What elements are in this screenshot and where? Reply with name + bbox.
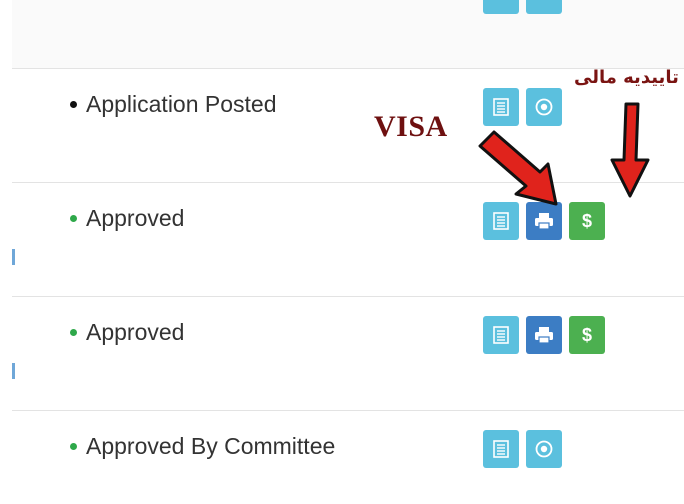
table-row: Approved By Committee [12, 411, 684, 504]
list-icon [493, 98, 509, 116]
row-marker [12, 363, 15, 379]
info-button[interactable] [526, 0, 562, 14]
list-icon [493, 440, 509, 458]
financial-confirmation-annotation: تاییدیه مالی [574, 67, 679, 88]
status-label: Approved [70, 205, 184, 232]
status-label: Approved By Committee [70, 433, 335, 460]
row-actions: $ [483, 316, 605, 354]
table-row [12, 0, 684, 69]
row-actions [483, 0, 562, 14]
payment-button[interactable]: $ [569, 316, 605, 354]
dollar-icon: $ [581, 210, 592, 231]
status-text: Approved By Committee [86, 433, 336, 459]
details-button[interactable] [483, 88, 519, 126]
details-button[interactable] [483, 0, 519, 14]
status-text: Application Posted [86, 91, 277, 117]
list-icon [493, 212, 509, 230]
list-icon [493, 326, 509, 344]
visa-annotation: VISA [374, 110, 448, 143]
print-icon [535, 213, 553, 230]
row-actions [483, 88, 562, 126]
dollar-icon: $ [581, 324, 592, 345]
status-text: Approved [86, 319, 185, 345]
print-icon [535, 327, 553, 344]
row-actions: $ [483, 202, 605, 240]
status-label: Application Posted [70, 91, 277, 118]
status-dot [70, 443, 77, 450]
info-button[interactable] [526, 88, 562, 126]
info-button[interactable] [526, 430, 562, 468]
status-dot [70, 329, 77, 336]
row-actions [483, 430, 562, 468]
print-visa-button[interactable] [526, 202, 562, 240]
status-dot [70, 215, 77, 222]
status-label: Approved [70, 319, 184, 346]
status-text: Approved [86, 205, 185, 231]
details-button[interactable] [483, 202, 519, 240]
arrow-up-circle-icon [535, 98, 553, 116]
details-button[interactable] [483, 316, 519, 354]
table-row: Approved $ [12, 297, 684, 411]
row-marker [12, 249, 15, 265]
status-dot [70, 101, 77, 108]
print-visa-button[interactable] [526, 316, 562, 354]
details-button[interactable] [483, 430, 519, 468]
arrow-up-circle-icon [535, 440, 553, 458]
payment-button[interactable]: $ [569, 202, 605, 240]
table-row: Approved $ [12, 183, 684, 297]
